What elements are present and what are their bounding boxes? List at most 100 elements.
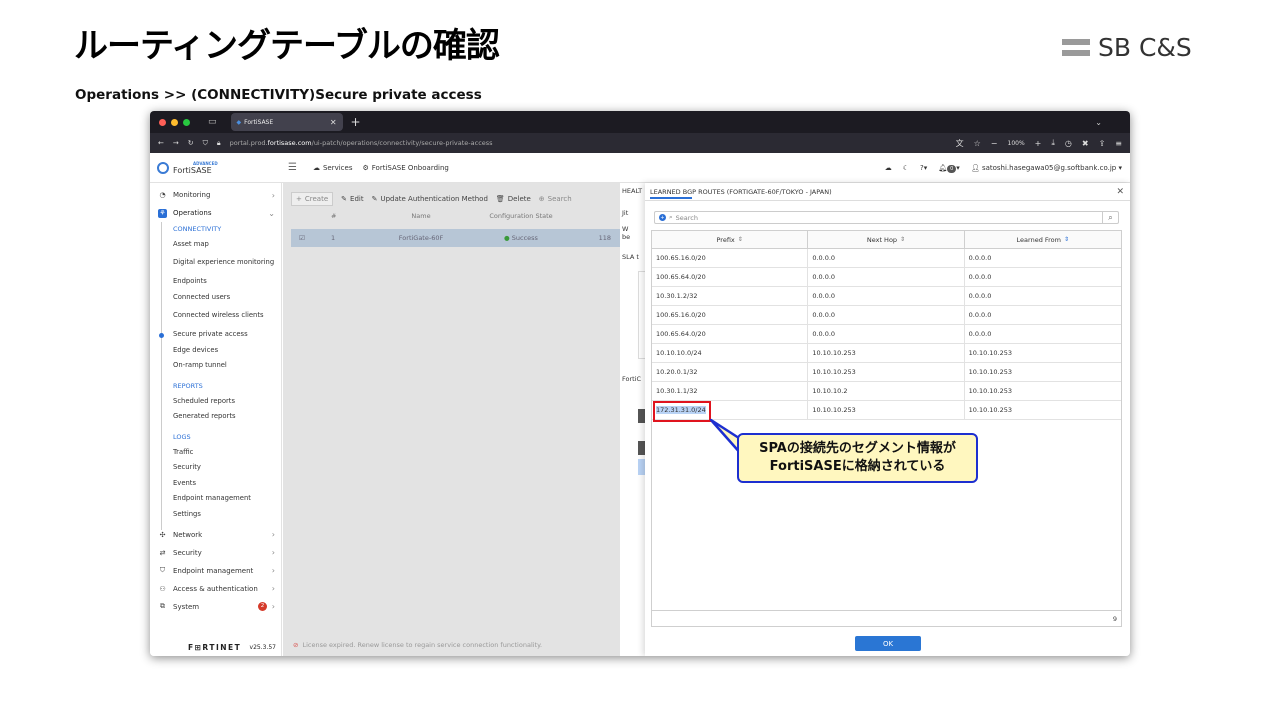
services-link[interactable]: ☁ Services [313, 164, 353, 172]
sidebar-item-edge-devices[interactable]: Edge devices [150, 342, 281, 358]
sidebar-item-operations[interactable]: ⚘ Operations ⌄ [150, 204, 281, 222]
star-icon[interactable]: ☆ [974, 139, 981, 148]
col-number[interactable]: # [331, 212, 371, 226]
ok-button[interactable]: OK [855, 636, 921, 651]
sidebar-item-wireless-clients[interactable]: Connected wireless clients [150, 305, 281, 327]
cell-learned-from: 10.10.10.253 [968, 349, 1013, 357]
window-controls[interactable] [159, 118, 190, 126]
sidebar-item-endpoints[interactable]: Endpoints [150, 274, 281, 290]
cell-prefix: 100.65.64.0/20 [652, 268, 809, 286]
lock-icon[interactable]: 🔒︎ [217, 139, 221, 148]
update-auth-button[interactable]: ✎ Update Authentication Method [372, 195, 488, 203]
sidebar-item-settings[interactable]: Settings [150, 506, 281, 522]
tab-list-icon[interactable]: ⌄ [1095, 118, 1102, 127]
select-all-checkbox[interactable] [291, 212, 331, 226]
cell-next-hop: 0.0.0.0 [808, 287, 965, 305]
sidebar-item-endpoint-management[interactable]: ⛉ Endpoint management › [150, 562, 281, 580]
search-input[interactable]: + ⌕ Search ⌕ [654, 211, 1119, 224]
filter-icon[interactable]: + [659, 214, 666, 221]
cell-learned-from: 10.10.10.253 [968, 387, 1013, 395]
table-row[interactable]: 100.65.64.0/20 0.0.0.0 0.0.0.0 [652, 325, 1121, 344]
table-row[interactable]: 10.20.0.1/32 10.10.10.253 10.10.10.253 [652, 363, 1121, 382]
sidebar-footer: F⊞RTINET v25.3.57 [150, 638, 282, 656]
close-icon[interactable]: ✕ [1116, 187, 1124, 197]
sidebar-item-on-ramp-tunnel[interactable]: On-ramp tunnel [150, 358, 281, 374]
cell-prefix: 10.20.0.1/32 [652, 363, 809, 381]
col-name[interactable]: Name [371, 212, 471, 226]
zoom-level[interactable]: 100% [1008, 140, 1025, 147]
translate-icon[interactable]: 文 [956, 138, 964, 149]
extension-icon[interactable]: ✖ [1082, 139, 1089, 148]
grid-search[interactable]: ⊕ Search [539, 195, 572, 203]
history-icon[interactable]: ◷ [1065, 139, 1072, 148]
col-next-hop[interactable]: Next Hop ⇕ [808, 231, 965, 248]
new-tab-icon[interactable]: + [351, 115, 361, 129]
chevron-right-icon: › [271, 548, 275, 557]
sidebar-item-generated-reports[interactable]: Generated reports [150, 409, 281, 425]
reports-heading: REPORTS [173, 382, 203, 390]
sidebar-item-traffic[interactable]: Traffic [150, 444, 281, 460]
search-button-icon[interactable]: ⌕ [1102, 211, 1118, 224]
close-tab-icon[interactable]: ✕ [330, 118, 337, 127]
onboarding-link[interactable]: ⚙ FortiSASE Onboarding [363, 164, 449, 172]
delete-button[interactable]: 🗑︎ Delete [496, 195, 531, 203]
cloud-status-icon[interactable]: ☁ [885, 164, 892, 172]
table-row[interactable]: 10.30.1.2/32 0.0.0.0 0.0.0.0 [652, 287, 1121, 306]
browser-tab[interactable]: ◆ FortiSASE ✕ [230, 113, 343, 131]
chevron-right-icon: › [271, 190, 275, 200]
zoom-out-icon[interactable]: − [991, 139, 998, 148]
slide-title: ルーティングテーブルの確認 [74, 26, 500, 66]
fortisase-logo-icon [157, 161, 169, 174]
cell-learned-from: 10.10.10.253 [968, 406, 1013, 414]
theme-moon-icon[interactable]: ☾ [903, 164, 909, 172]
user-menu[interactable]: 👤︎ satoshi.hasegawa05@g.softbank.co.jp ▾ [971, 164, 1122, 172]
favicon-icon: ◆ [236, 118, 242, 126]
sidebar-item-dem[interactable]: Digital experience monitoring [150, 252, 281, 274]
sidebar-item-scheduled-reports[interactable]: Scheduled reports [150, 393, 281, 409]
table-row[interactable]: ☑ 1 FortiGate-60F ● Success 118 [291, 229, 621, 247]
health-tab[interactable]: HEALT [620, 183, 646, 199]
cell-learned-from: 0.0.0.0 [968, 254, 992, 262]
table-row[interactable]: 100.65.64.0/20 0.0.0.0 0.0.0.0 [652, 268, 1121, 287]
row-checkbox[interactable]: ☑ [291, 234, 331, 242]
table-row[interactable]: 100.65.16.0/20 0.0.0.0 0.0.0.0 [652, 249, 1121, 268]
edit-button[interactable]: ✎ Edit [341, 195, 363, 203]
sidebar-item-security[interactable]: ⇄ Security › [150, 544, 281, 562]
table-row[interactable]: 100.65.16.0/20 0.0.0.0 0.0.0.0 [652, 306, 1121, 325]
chevron-right-icon: › [271, 584, 275, 593]
help-icon[interactable]: ?▾ [920, 164, 927, 172]
table-row[interactable]: 10.30.1.1/32 10.10.10.2 10.10.10.253 [652, 382, 1121, 401]
shield-icon[interactable]: ⛉ [203, 139, 208, 148]
col-prefix[interactable]: Prefix ⇕ [652, 231, 809, 248]
system-icon: ⧉ [160, 602, 165, 610]
zoom-in-icon[interactable]: + [1035, 139, 1042, 148]
sidebar-item-monitoring[interactable]: ◔ Monitoring › [150, 186, 281, 204]
col-config-state[interactable]: Configuration State [471, 212, 571, 226]
notifications-button[interactable]: 🔔︎ 0 ▾ [938, 164, 960, 173]
table-row[interactable]: 172.31.31.0/24 10.10.10.253 10.10.10.253 [652, 401, 1121, 420]
hamburger-menu-icon[interactable]: ☰ [288, 162, 297, 173]
reload-icon[interactable]: ↻ [188, 139, 194, 147]
create-button[interactable]: + Create [291, 192, 334, 206]
url-text[interactable]: portal.prod.fortisase.com/ui-patch/opera… [230, 139, 493, 147]
sidebar-item-asset-map[interactable]: Asset map [150, 236, 281, 252]
sidebar-item-security-logs[interactable]: Security [150, 460, 281, 476]
sidebar-item-access-auth[interactable]: ⚇ Access & authentication › [150, 580, 281, 598]
sidebar-item-events[interactable]: Events [150, 475, 281, 491]
annotation-callout: SPAの接続先のセグメント情報が FortiSASEに格納されている [737, 433, 978, 483]
download-icon[interactable]: ⤓ [1051, 138, 1055, 148]
sidebar-item-system[interactable]: ⧉ System 2 › [150, 598, 281, 616]
sidebar-item-endpoint-mgmt-logs[interactable]: Endpoint management [150, 491, 281, 507]
brand[interactable]: ADVANCED FortiSASE [150, 161, 282, 175]
menu-icon[interactable]: ≡ [1115, 139, 1122, 148]
sidebar-item-network[interactable]: ✣ Network › [150, 526, 281, 544]
forward-icon[interactable]: → [173, 139, 179, 147]
tab-overview-icon[interactable]: ▭ [208, 117, 217, 127]
logs-heading: LOGS [173, 433, 191, 441]
back-icon[interactable]: ← [158, 139, 164, 147]
table-row[interactable]: 10.10.10.0/24 10.10.10.253 10.10.10.253 [652, 344, 1121, 363]
share-icon[interactable]: ⇪ [1099, 139, 1106, 148]
sidebar-item-secure-private-access[interactable]: Secure private access [150, 327, 281, 343]
col-learned-from[interactable]: Learned From ⇕ [965, 231, 1121, 248]
sidebar-item-connected-users[interactable]: Connected users [150, 289, 281, 305]
